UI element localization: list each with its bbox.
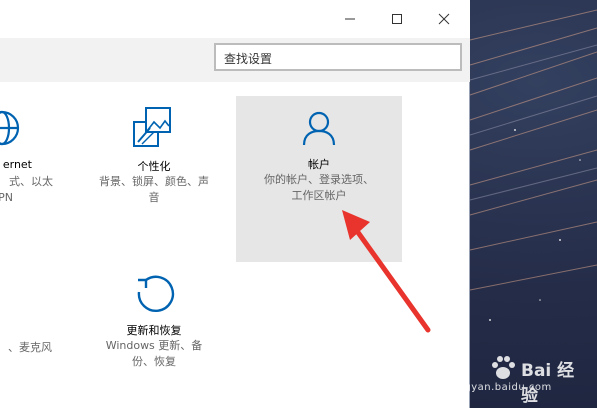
close-button[interactable] — [421, 0, 467, 38]
baidu-watermark: Bai 经验 jingyan.baidu.com — [445, 352, 585, 406]
person-icon — [302, 111, 336, 146]
search-row: 查找设置 — [0, 38, 470, 82]
minimize-button[interactable] — [327, 0, 373, 38]
tile-privacy[interactable]: 、麦克风 — [0, 268, 70, 378]
tile-personalization[interactable]: 个性化 背景、锁屏、颜色、声 音 — [84, 96, 224, 216]
title-bar — [0, 0, 470, 38]
tile-network-desc-1: 式、以太 — [9, 175, 53, 188]
maximize-button[interactable] — [374, 0, 420, 38]
globe-icon — [0, 110, 20, 146]
paw-logo-icon — [492, 356, 515, 379]
maximize-icon — [392, 14, 402, 24]
tile-accounts-desc-1: 你的帐户、登录选项、 — [264, 173, 374, 186]
tile-network[interactable]: ernet 式、以太 PN — [0, 96, 70, 216]
minimize-icon — [345, 18, 355, 20]
personalization-icon — [133, 107, 171, 147]
tile-personalization-desc-1: 背景、锁屏、颜色、声 — [99, 175, 209, 188]
close-icon — [438, 13, 450, 25]
search-input[interactable]: 查找设置 — [214, 43, 462, 71]
tile-update-title: 更新和恢复 — [126, 324, 182, 337]
tile-update-recovery[interactable]: 更新和恢复 Windows 更新、备 份、恢复 — [84, 268, 224, 378]
refresh-icon — [137, 275, 175, 312]
tile-accounts-title: 帐户 — [308, 158, 330, 171]
tile-privacy-desc-1: 、麦克风 — [8, 341, 52, 354]
tile-network-desc-2: PN — [0, 191, 13, 204]
watermark-brand: Bai 经验 — [521, 361, 575, 406]
privacy-icon — [0, 290, 6, 312]
tile-personalization-desc-2: 音 — [148, 191, 160, 204]
tile-personalization-title: 个性化 — [137, 160, 171, 173]
tile-network-title: ernet — [2, 158, 32, 171]
watermark-url: jingyan.baidu.com — [451, 382, 552, 393]
annotation-arrow — [342, 210, 431, 333]
search-placeholder: 查找设置 — [224, 52, 273, 66]
tile-update-desc-2: 份、恢复 — [132, 355, 176, 368]
tile-update-desc-1: Windows 更新、备 — [105, 339, 203, 352]
